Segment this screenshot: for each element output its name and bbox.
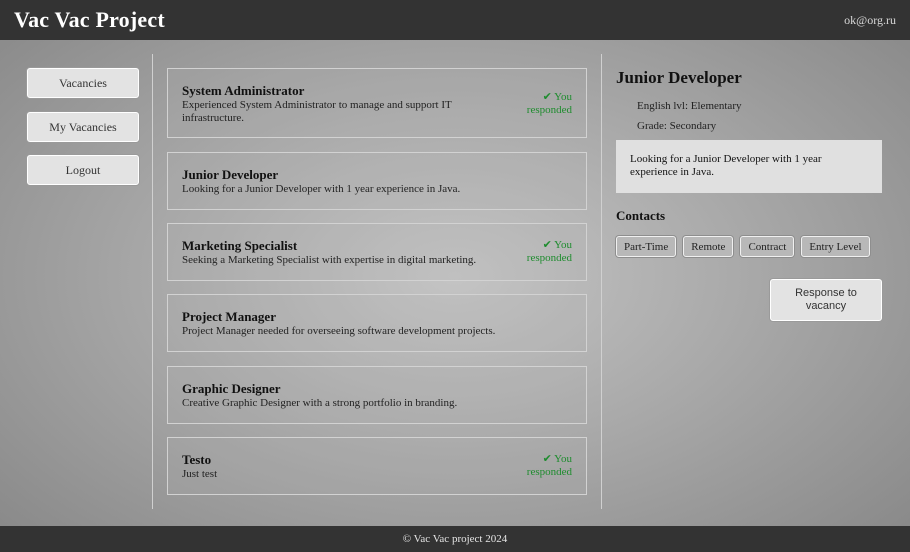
vacancy-card[interactable]: Project Manager Project Manager needed f… — [167, 294, 587, 352]
tag: Remote — [683, 236, 734, 257]
vacancy-card[interactable]: Marketing Specialist Seeking a Marketing… — [167, 223, 587, 281]
vacancy-description: Project Manager needed for overseeing so… — [182, 325, 496, 337]
tag: Part-Time — [616, 236, 677, 257]
english-level: English lvl: Elementary — [637, 100, 742, 112]
sidebar-item-vacancies[interactable]: Vacancies — [27, 68, 139, 98]
vacancy-title: Project Manager — [182, 309, 276, 324]
responded-badge: ✔ You responded — [526, 453, 572, 478]
sidebar-item-my-vacancies[interactable]: My Vacancies — [27, 112, 139, 142]
detail-description: Looking for a Junior Developer with 1 ye… — [616, 140, 882, 193]
vacancy-title: Graphic Designer — [182, 381, 281, 396]
responded-badge: ✔ You responded — [526, 91, 572, 116]
vacancy-card[interactable]: System Administrator Experienced System … — [167, 68, 587, 138]
vacancy-card[interactable]: Graphic Designer Creative Graphic Design… — [167, 366, 587, 424]
tag: Entry Level — [801, 236, 870, 257]
top-bar: Vac Vac Project ok@org.ru — [0, 0, 910, 40]
divider — [601, 54, 602, 509]
contacts-label: Contacts — [616, 208, 666, 223]
vacancy-card[interactable]: Junior Developer Looking for a Junior De… — [167, 152, 587, 210]
vacancy-description: Looking for a Junior Developer with 1 ye… — [182, 183, 461, 195]
user-email[interactable]: ok@org.ru — [844, 13, 896, 28]
sidebar-item-logout[interactable]: Logout — [27, 155, 139, 185]
vacancy-description: Just test — [182, 468, 218, 480]
vacancy-description: Creative Graphic Designer with a strong … — [182, 397, 458, 409]
response-button[interactable]: Response to vacancy — [770, 279, 882, 321]
tag: Contract — [740, 236, 795, 257]
footer: © Vac Vac project 2024 — [0, 526, 910, 552]
vacancy-card[interactable]: Testo Just test ✔ You responded — [167, 437, 587, 495]
vacancy-title: Junior Developer — [182, 167, 279, 182]
grade: Grade: Secondary — [637, 120, 717, 132]
sidebar: Vacancies My Vacancies Logout — [0, 54, 153, 509]
detail-title: Junior Developer — [616, 68, 742, 87]
vacancy-description: Seeking a Marketing Specialist with expe… — [182, 254, 477, 266]
responded-badge: ✔ You responded — [526, 239, 572, 264]
vacancy-description: Experienced System Administrator to mana… — [182, 99, 452, 124]
tag-list: Part-Time Remote Contract Entry Level — [616, 236, 870, 257]
app-title: Vac Vac Project — [14, 7, 165, 32]
